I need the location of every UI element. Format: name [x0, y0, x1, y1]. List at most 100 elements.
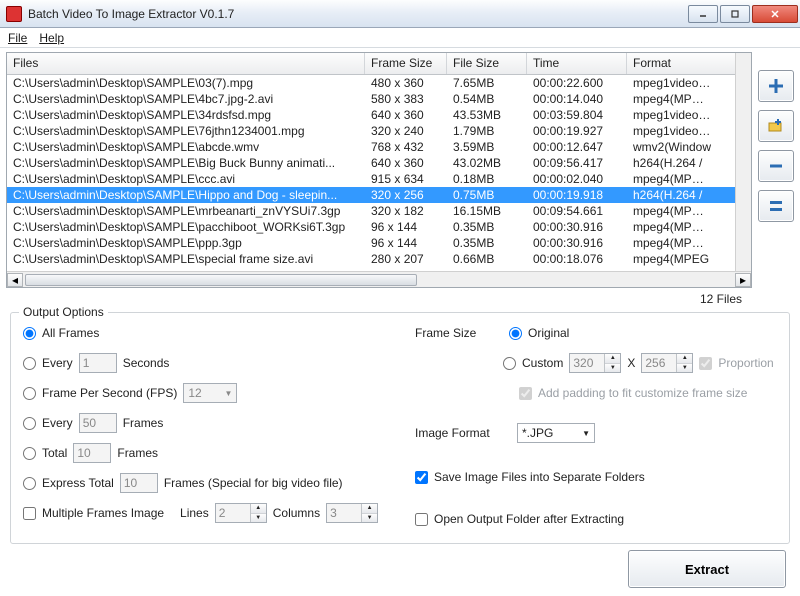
files-count: 12 Files	[0, 288, 800, 306]
radio-every-frames[interactable]	[23, 417, 36, 430]
scroll-left-icon[interactable]: ◂	[7, 273, 23, 287]
cell-frame: 768 x 432	[365, 140, 447, 154]
th-frame[interactable]: Frame Size	[365, 53, 447, 74]
check-multiple-frames[interactable]	[23, 507, 36, 520]
down-icon[interactable]: ▼	[677, 364, 692, 373]
cell-frame: 480 x 360	[365, 76, 447, 90]
cell-format: h264(H.264 /	[627, 156, 717, 170]
table-row[interactable]: C:\Users\admin\Desktop\SAMPLE\4bc7.jpg-2…	[7, 91, 735, 107]
spinner-width[interactable]: ▲▼	[569, 353, 621, 373]
down-icon[interactable]: ▼	[251, 514, 266, 523]
cell-size: 0.66MB	[447, 252, 527, 266]
radio-custom[interactable]	[503, 357, 516, 370]
cell-format: mpeg1video(M	[627, 108, 717, 122]
cell-frame: 640 x 360	[365, 156, 447, 170]
combo-image-format[interactable]: *.JPG▼	[517, 423, 595, 443]
maximize-button[interactable]	[720, 5, 750, 23]
cell-size: 16.15MB	[447, 204, 527, 218]
check-open-after[interactable]	[415, 513, 428, 526]
down-icon[interactable]: ▼	[605, 364, 620, 373]
th-format[interactable]: Format	[627, 53, 717, 74]
table-row[interactable]: C:\Users\admin\Desktop\SAMPLE\Hippo and …	[7, 187, 735, 203]
radio-fps[interactable]	[23, 387, 36, 400]
up-icon[interactable]: ▲	[605, 354, 620, 364]
cell-size: 43.02MB	[447, 156, 527, 170]
horizontal-scrollbar[interactable]: ◂ ▸	[7, 271, 751, 287]
cell-time: 00:00:02.040	[527, 172, 627, 186]
extract-button[interactable]: Extract	[628, 550, 786, 588]
cell-format: mpeg4(MPEG-	[627, 172, 717, 186]
cell-frame: 915 x 634	[365, 172, 447, 186]
th-time[interactable]: Time	[527, 53, 627, 74]
chevron-down-icon: ▼	[224, 389, 232, 398]
table-header: Files Frame Size File Size Time Format	[7, 53, 735, 75]
scroll-right-icon[interactable]: ▸	[735, 273, 751, 287]
table-row[interactable]: C:\Users\admin\Desktop\SAMPLE\abcde.wmv7…	[7, 139, 735, 155]
menu-file[interactable]: File	[8, 31, 27, 45]
clear-button[interactable]	[758, 190, 794, 222]
table-row[interactable]: C:\Users\admin\Desktop\SAMPLE\special fr…	[7, 251, 735, 267]
table-row[interactable]: C:\Users\admin\Desktop\SAMPLE\34rdsfsd.m…	[7, 107, 735, 123]
output-options-group: Output Options All Frames Every Seconds …	[10, 312, 790, 544]
minimize-button[interactable]	[688, 5, 718, 23]
radio-total[interactable]	[23, 447, 36, 460]
window-title: Batch Video To Image Extractor V0.1.7	[28, 7, 688, 21]
scroll-thumb[interactable]	[25, 274, 417, 286]
th-files[interactable]: Files	[7, 53, 365, 74]
label-every-post: Seconds	[123, 356, 170, 370]
cell-time: 00:00:19.918	[527, 188, 627, 202]
spinner-height[interactable]: ▲▼	[641, 353, 693, 373]
app-icon	[6, 6, 22, 22]
table-body[interactable]: C:\Users\admin\Desktop\SAMPLE\03(7).mpg4…	[7, 75, 735, 271]
input-every-seconds[interactable]	[79, 353, 117, 373]
input-express-total[interactable]	[120, 473, 158, 493]
add-folder-button[interactable]	[758, 110, 794, 142]
cell-time: 00:00:14.040	[527, 92, 627, 106]
cell-format: mpeg4(MPEG-	[627, 204, 717, 218]
remove-button[interactable]	[758, 150, 794, 182]
menu-help[interactable]: Help	[39, 31, 64, 45]
cell-time: 00:09:54.661	[527, 204, 627, 218]
spinner-columns[interactable]: ▲▼	[326, 503, 378, 523]
check-save-separate[interactable]	[415, 471, 428, 484]
cell-format: mpeg1video(M	[627, 124, 717, 138]
table-row[interactable]: C:\Users\admin\Desktop\SAMPLE\76jthn1234…	[7, 123, 735, 139]
table-row[interactable]: C:\Users\admin\Desktop\SAMPLE\mrbeanarti…	[7, 203, 735, 219]
cell-file: C:\Users\admin\Desktop\SAMPLE\mrbeanarti…	[7, 204, 365, 218]
radio-express-total[interactable]	[23, 477, 36, 490]
cell-frame: 320 x 182	[365, 204, 447, 218]
combo-fps[interactable]: 12▼	[183, 383, 237, 403]
th-size[interactable]: File Size	[447, 53, 527, 74]
spinner-lines[interactable]: ▲▼	[215, 503, 267, 523]
table-row[interactable]: C:\Users\admin\Desktop\SAMPLE\03(7).mpg4…	[7, 75, 735, 91]
cell-frame: 640 x 360	[365, 108, 447, 122]
input-every-frames[interactable]	[79, 413, 117, 433]
cell-size: 0.35MB	[447, 220, 527, 234]
cell-frame: 96 x 144	[365, 236, 447, 250]
cell-file: C:\Users\admin\Desktop\SAMPLE\ppp.3gp	[7, 236, 365, 250]
radio-every-seconds[interactable]	[23, 357, 36, 370]
table-row[interactable]: C:\Users\admin\Desktop\SAMPLE\ppp.3gp96 …	[7, 235, 735, 251]
cell-frame: 320 x 256	[365, 188, 447, 202]
check-proportion	[699, 357, 712, 370]
cell-size: 0.54MB	[447, 92, 527, 106]
radio-original[interactable]	[509, 327, 522, 340]
cell-size: 43.53MB	[447, 108, 527, 122]
files-table[interactable]: Files Frame Size File Size Time Format C…	[6, 52, 752, 288]
up-icon[interactable]: ▲	[677, 354, 692, 364]
cell-time: 00:00:18.076	[527, 252, 627, 266]
table-row[interactable]: C:\Users\admin\Desktop\SAMPLE\Big Buck B…	[7, 155, 735, 171]
cell-size: 3.59MB	[447, 140, 527, 154]
vertical-scrollbar[interactable]	[735, 53, 751, 271]
table-row[interactable]: C:\Users\admin\Desktop\SAMPLE\ccc.avi915…	[7, 171, 735, 187]
add-file-button[interactable]	[758, 70, 794, 102]
down-icon[interactable]: ▼	[362, 514, 377, 523]
cell-file: C:\Users\admin\Desktop\SAMPLE\03(7).mpg	[7, 76, 365, 90]
cell-format: mpeg1video(M	[627, 76, 717, 90]
input-total-frames[interactable]	[73, 443, 111, 463]
close-button[interactable]	[752, 5, 798, 23]
up-icon[interactable]: ▲	[362, 504, 377, 514]
table-row[interactable]: C:\Users\admin\Desktop\SAMPLE\pacchiboot…	[7, 219, 735, 235]
radio-all-frames[interactable]	[23, 327, 36, 340]
up-icon[interactable]: ▲	[251, 504, 266, 514]
